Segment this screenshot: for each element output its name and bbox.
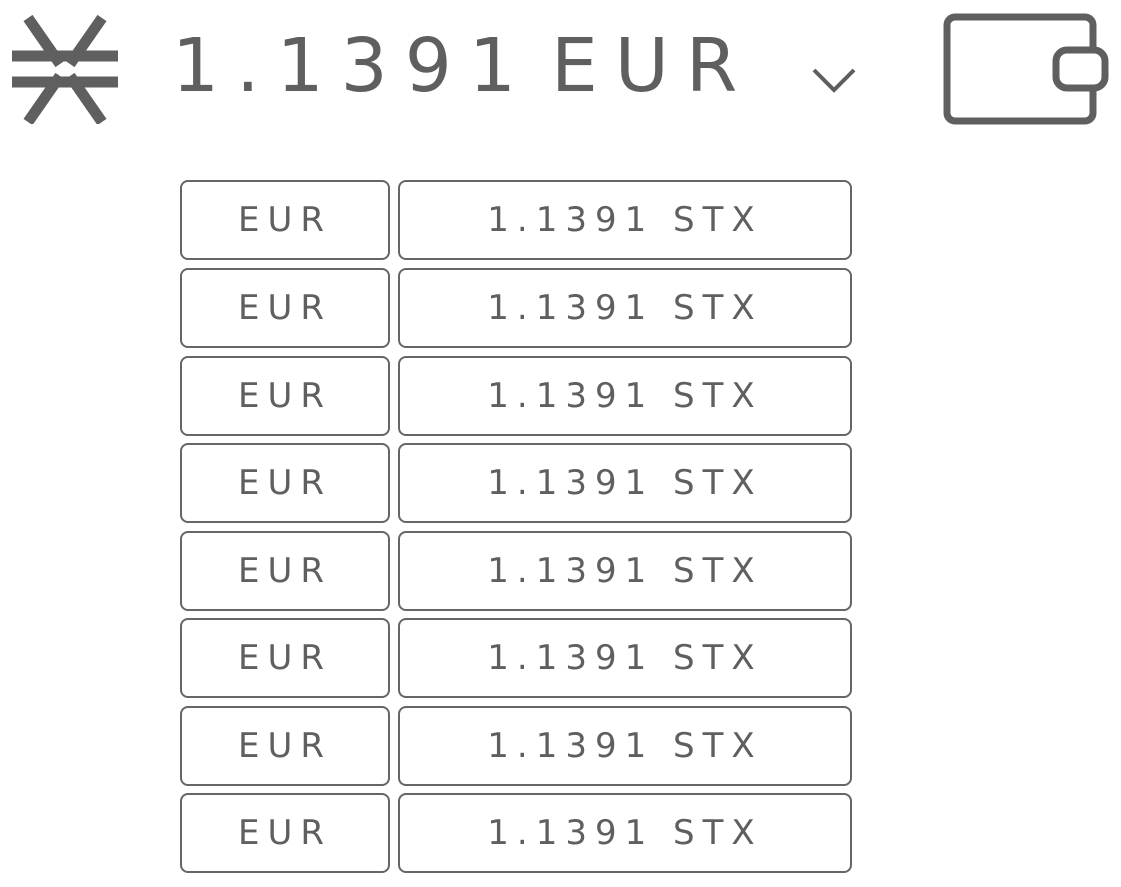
rate-amount-button[interactable]: 1.1391 STX	[398, 443, 852, 523]
rate-amount-button[interactable]: 1.1391 STX	[398, 793, 852, 873]
rate-currency-button[interactable]: EUR	[180, 268, 390, 348]
rate-row: EUR 1.1391 STX	[180, 356, 854, 436]
rate-currency-button[interactable]: EUR	[180, 443, 390, 523]
rate-row: EUR 1.1391 STX	[180, 531, 854, 611]
stacks-logo-icon	[12, 14, 118, 124]
rate-currency-button[interactable]: EUR	[180, 180, 390, 260]
rate-amount-button[interactable]: 1.1391 STX	[398, 618, 852, 698]
rate-row: EUR 1.1391 STX	[180, 706, 854, 786]
rate-amount-button[interactable]: 1.1391 STX	[398, 531, 852, 611]
rate-list: EUR 1.1391 STX EUR 1.1391 STX EUR 1.1391 STX E…	[180, 180, 854, 881]
rate-currency-button[interactable]: EUR	[180, 356, 390, 436]
rate-currency-button[interactable]: EUR	[180, 618, 390, 698]
rate-amount-button[interactable]: 1.1391 STX	[398, 268, 852, 348]
rate-row: EUR 1.1391 STX	[180, 268, 854, 348]
price-value: 1.1391	[172, 23, 533, 109]
rate-currency-button[interactable]: EUR	[180, 531, 390, 611]
rate-row: EUR 1.1391 STX	[180, 793, 854, 873]
rate-amount-button[interactable]: 1.1391 STX	[398, 180, 852, 260]
wallet-icon[interactable]	[943, 13, 1109, 125]
rate-currency-button[interactable]: EUR	[180, 706, 390, 786]
price-currency: EUR	[550, 23, 755, 109]
chevron-down-icon[interactable]	[810, 62, 860, 96]
rate-row: EUR 1.1391 STX	[180, 618, 854, 698]
rate-amount-button[interactable]: 1.1391 STX	[398, 356, 852, 436]
rate-row: EUR 1.1391 STX	[180, 443, 854, 523]
rate-amount-button[interactable]: 1.1391 STX	[398, 706, 852, 786]
header: 1.1391 EUR	[0, 0, 1121, 140]
rate-currency-button[interactable]: EUR	[180, 793, 390, 873]
price-display: 1.1391 EUR	[172, 26, 754, 106]
rate-row: EUR 1.1391 STX	[180, 180, 854, 260]
